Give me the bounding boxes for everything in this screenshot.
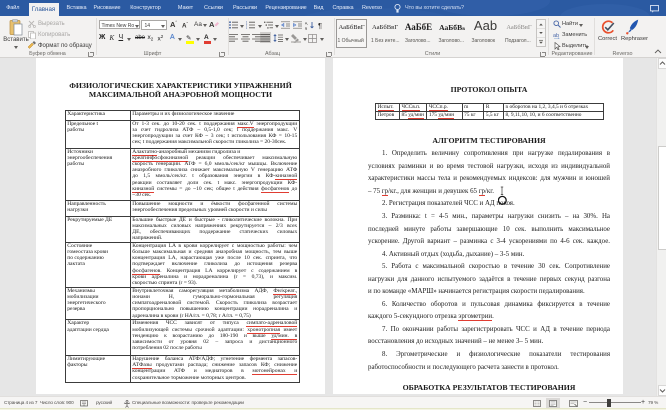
svg-text:3: 3 [246,27,248,29]
svg-text:я: я [305,26,308,30]
svg-text:А: А [209,20,215,29]
